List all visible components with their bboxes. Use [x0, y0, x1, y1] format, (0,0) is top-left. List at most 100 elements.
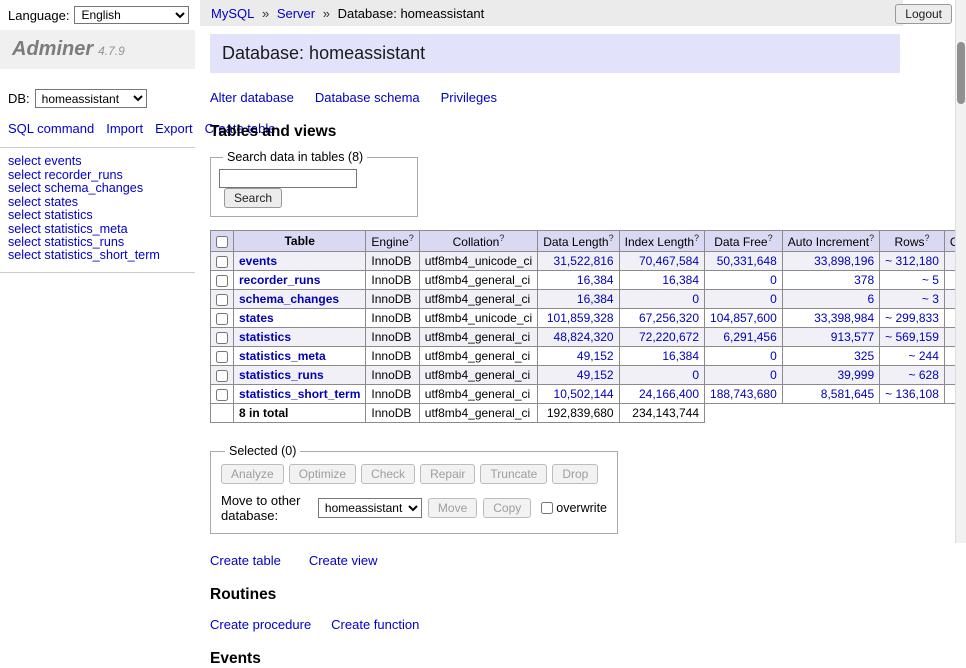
row-checkbox[interactable]: [216, 313, 228, 325]
index-length-link[interactable]: 70,467,584: [639, 254, 699, 268]
data-length-link[interactable]: 49,152: [577, 368, 614, 382]
column-help-icon[interactable]: ?: [499, 233, 504, 243]
data-length-link[interactable]: 49,152: [577, 349, 614, 363]
row-checkbox[interactable]: [216, 275, 228, 287]
db-action-link[interactable]: Alter database: [210, 90, 294, 105]
auto-increment-link[interactable]: 378: [854, 273, 874, 287]
table-name-link[interactable]: statistics_runs: [239, 368, 324, 382]
rows-link[interactable]: ~ 5: [922, 273, 939, 287]
column-help-icon[interactable]: ?: [925, 233, 930, 243]
truncate-button[interactable]: Truncate: [480, 464, 547, 484]
rows-link[interactable]: ~ 628: [909, 368, 939, 382]
sidebar-command-link[interactable]: SQL command: [8, 121, 94, 136]
rows-link[interactable]: ~ 3: [922, 292, 939, 306]
vertical-scrollbar[interactable]: [955, 0, 966, 543]
table-name-link[interactable]: recorder_runs: [239, 273, 320, 287]
table-select-link[interactable]: select states: [8, 195, 78, 209]
data-length-link[interactable]: 16,384: [577, 273, 614, 287]
auto-increment-link[interactable]: 6: [867, 292, 874, 306]
rows-link[interactable]: ~ 299,833: [885, 311, 939, 325]
db-select[interactable]: homeassistant: [35, 89, 147, 108]
index-length-link[interactable]: 72,220,672: [639, 330, 699, 344]
sidebar-command-link[interactable]: Export: [155, 121, 193, 136]
breadcrumb-link[interactable]: Server: [277, 6, 315, 21]
row-checkbox[interactable]: [216, 332, 228, 344]
auto-increment-link[interactable]: 325: [854, 349, 874, 363]
data-free-link[interactable]: 0: [770, 368, 777, 382]
overwrite-checkbox[interactable]: [541, 502, 553, 514]
logout-button[interactable]: Logout: [895, 4, 952, 24]
table-name-link[interactable]: schema_changes: [239, 292, 339, 306]
analyze-button[interactable]: Analyze: [221, 464, 284, 484]
drop-button[interactable]: Drop: [552, 464, 598, 484]
db-action-link[interactable]: Database schema: [315, 90, 420, 105]
sidebar-command-link[interactable]: Import: [106, 121, 143, 136]
table-name-link[interactable]: states: [239, 311, 274, 325]
column-help-icon[interactable]: ?: [768, 233, 773, 243]
column-help-icon[interactable]: ?: [409, 233, 414, 243]
data-length-link[interactable]: 48,824,320: [554, 330, 614, 344]
table-select-link[interactable]: select statistics_runs: [8, 235, 124, 249]
table-select-link[interactable]: select statistics_meta: [8, 222, 128, 236]
data-free-link[interactable]: 104,857,600: [710, 311, 777, 325]
data-free-link[interactable]: 0: [770, 349, 777, 363]
row-checkbox[interactable]: [216, 370, 228, 382]
data-free-link[interactable]: 0: [770, 273, 777, 287]
row-checkbox[interactable]: [216, 351, 228, 363]
auto-increment-link[interactable]: 33,398,984: [814, 311, 874, 325]
db-action-link[interactable]: Privileges: [441, 90, 497, 105]
scrollbar-thumb[interactable]: [957, 42, 965, 104]
table-select-link[interactable]: select statistics_short_term: [8, 248, 160, 262]
index-length-link[interactable]: 0: [692, 368, 699, 382]
move-db-select[interactable]: homeassistant: [318, 498, 422, 518]
check-button[interactable]: Check: [361, 464, 415, 484]
row-checkbox[interactable]: [216, 256, 228, 268]
optimize-button[interactable]: Optimize: [289, 464, 356, 484]
index-length-link[interactable]: 67,256,320: [639, 311, 699, 325]
data-length-link[interactable]: 31,522,816: [554, 254, 614, 268]
create-view-link[interactable]: Create view: [309, 553, 378, 568]
move-button[interactable]: Move: [428, 498, 477, 518]
index-length-link[interactable]: 16,384: [662, 273, 699, 287]
table-select-link[interactable]: select statistics: [8, 208, 93, 222]
auto-increment-link[interactable]: 33,898,196: [814, 254, 874, 268]
search-input[interactable]: [219, 169, 357, 188]
row-checkbox[interactable]: [216, 294, 228, 306]
rows-link[interactable]: ~ 312,180: [885, 254, 939, 268]
rows-link[interactable]: ~ 136,108: [885, 387, 939, 401]
create-function-link[interactable]: Create function: [331, 617, 419, 632]
table-name-link[interactable]: statistics_meta: [239, 349, 326, 363]
language-select[interactable]: English: [74, 6, 189, 24]
rows-link[interactable]: ~ 569,159: [885, 330, 939, 344]
table-name-link[interactable]: events: [239, 254, 277, 268]
auto-increment-link[interactable]: 8,581,645: [821, 387, 874, 401]
table-name-link[interactable]: statistics_short_term: [239, 387, 360, 401]
column-help-icon[interactable]: ?: [609, 233, 614, 243]
create-procedure-link[interactable]: Create procedure: [210, 617, 311, 632]
data-free-link[interactable]: 188,743,680: [710, 387, 777, 401]
auto-increment-link[interactable]: 39,999: [837, 368, 874, 382]
breadcrumb-link[interactable]: MySQL: [211, 6, 254, 21]
auto-increment-link[interactable]: 913,577: [831, 330, 874, 344]
table-select-link[interactable]: select events: [8, 154, 82, 168]
data-free-link[interactable]: 0: [770, 292, 777, 306]
data-length-link[interactable]: 101,859,328: [547, 311, 614, 325]
index-length-link[interactable]: 0: [692, 292, 699, 306]
copy-button[interactable]: Copy: [483, 498, 531, 518]
column-help-icon[interactable]: ?: [694, 233, 699, 243]
overwrite-label[interactable]: overwrite: [556, 501, 607, 515]
table-select-link[interactable]: select schema_changes: [8, 181, 143, 195]
index-length-link[interactable]: 24,166,400: [639, 387, 699, 401]
repair-button[interactable]: Repair: [420, 464, 475, 484]
data-length-link[interactable]: 16,384: [577, 292, 614, 306]
create-table-link[interactable]: Create table: [210, 553, 281, 568]
index-length-link[interactable]: 16,384: [662, 349, 699, 363]
table-select-link[interactable]: select recorder_runs: [8, 168, 123, 182]
select-all-checkbox[interactable]: [216, 236, 228, 248]
data-free-link[interactable]: 6,291,456: [723, 330, 776, 344]
row-checkbox[interactable]: [216, 389, 228, 401]
rows-link[interactable]: ~ 244: [909, 349, 939, 363]
adminer-logo-link[interactable]: Adminer: [12, 38, 93, 60]
data-free-link[interactable]: 50,331,648: [717, 254, 777, 268]
column-help-icon[interactable]: ?: [869, 233, 874, 243]
